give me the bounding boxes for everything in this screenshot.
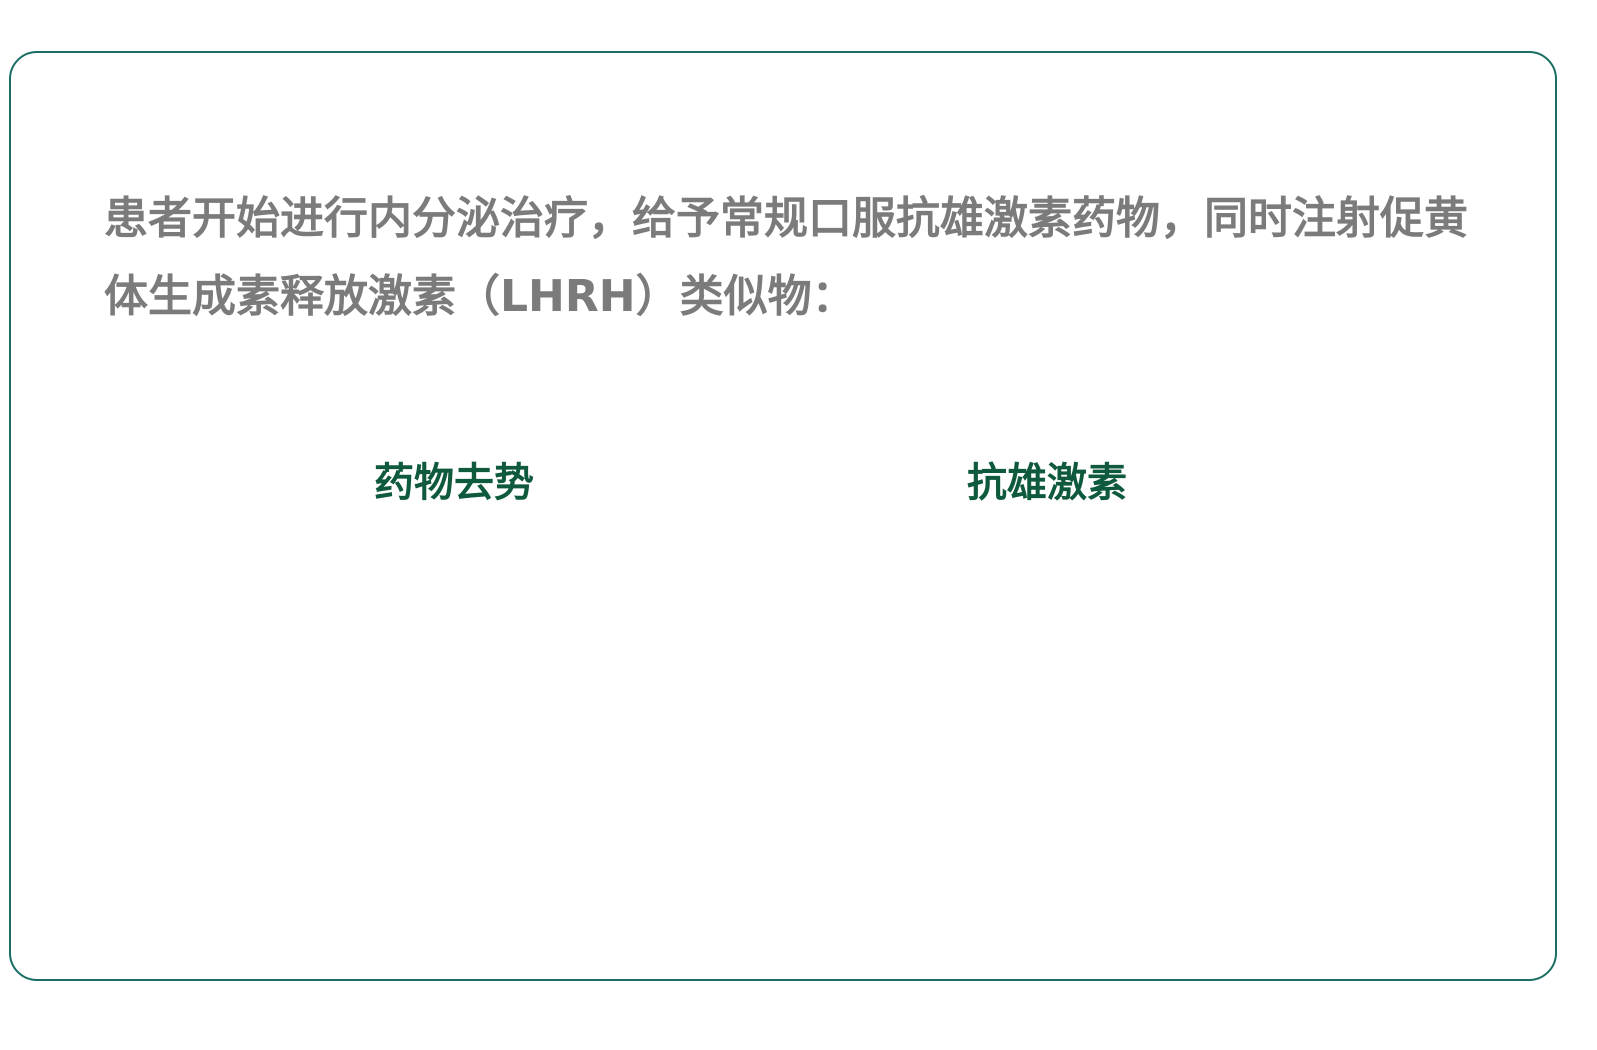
intro-paragraph: 患者开始进行内分泌治疗，给予常规口服抗雄激素药物，同时注射促黄体生成素释放激素（… [104, 193, 1468, 322]
option-drug-castration[interactable]: 药物去势 [374, 455, 534, 511]
option-antiandrogen[interactable]: 抗雄激素 [967, 455, 1127, 511]
